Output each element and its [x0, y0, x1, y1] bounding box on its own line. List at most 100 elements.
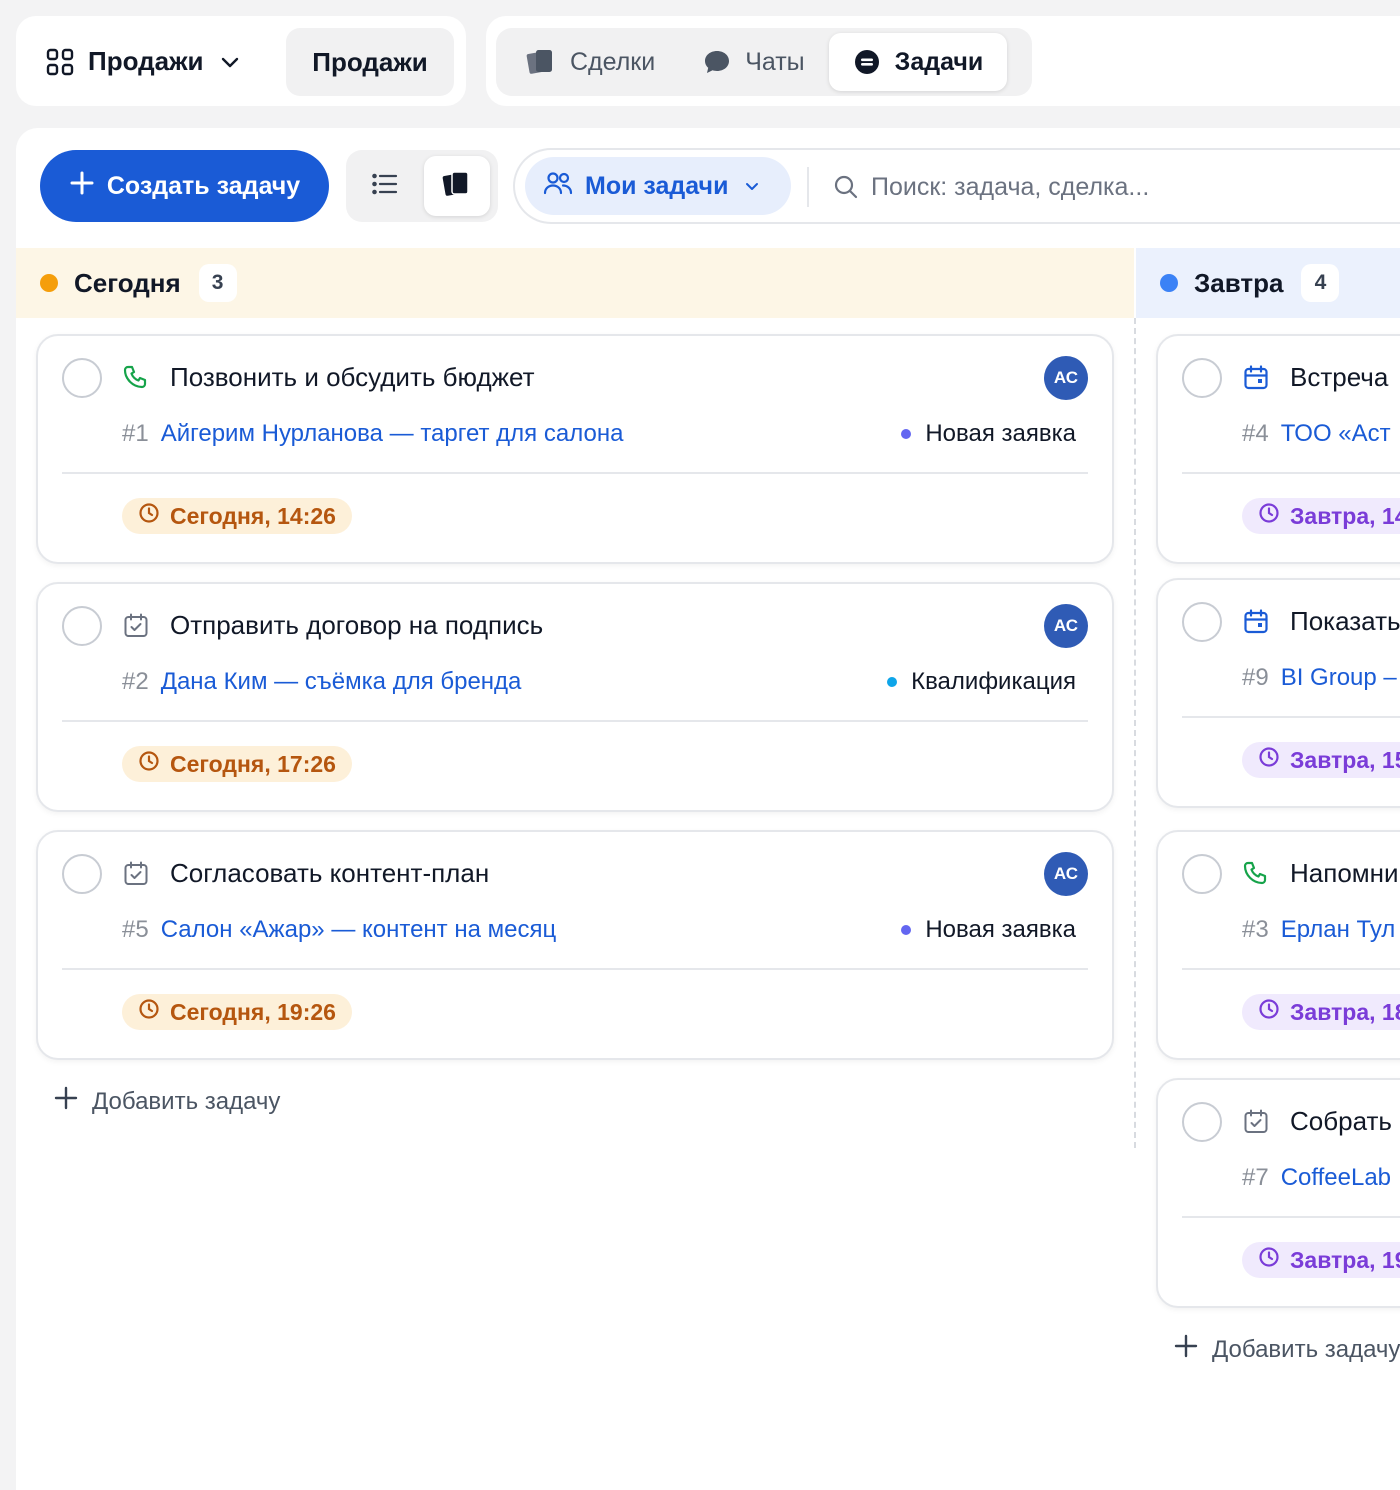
task-title: Позвонить и обсудить бюджет	[170, 362, 535, 392]
filter-bar: Мои задачи	[513, 148, 1400, 224]
plus-icon	[1174, 1334, 1198, 1365]
tab-deals-label: Сделки	[570, 47, 656, 76]
card-divider	[1182, 968, 1400, 970]
clock-icon	[138, 750, 160, 778]
chevron-down-icon	[744, 172, 760, 201]
column-count-badge: 4	[1301, 264, 1340, 302]
add-task-button[interactable]: Добавить задачу	[1174, 1334, 1400, 1365]
tasks-icon	[853, 48, 881, 76]
task-card[interactable]: Показать #9 BI Group – Завтра, 15	[1156, 578, 1400, 808]
deal-link[interactable]: Дана Ким — съёмка для бренда	[161, 668, 522, 696]
column-divider	[1134, 318, 1136, 1148]
task-number: #4	[1242, 420, 1269, 447]
view-toggle	[346, 150, 498, 222]
search-icon	[833, 174, 859, 205]
clock-icon	[1258, 1246, 1280, 1274]
deal-stage: Квалификация	[887, 668, 1076, 696]
tab-tasks[interactable]: Задачи	[828, 33, 1008, 91]
task-complete-checkbox[interactable]	[62, 606, 102, 646]
task-complete-checkbox[interactable]	[1182, 854, 1222, 894]
task-title: Отправить договор на подпись	[170, 610, 544, 640]
tab-deals[interactable]: Сделки	[502, 33, 679, 91]
task-title: Согласовать контент-план	[170, 858, 490, 888]
phone-icon	[122, 364, 150, 392]
clock-icon	[138, 502, 160, 530]
workspace-panel: Продажи Продажи	[16, 16, 466, 106]
due-label: Завтра, 15	[1290, 746, 1400, 773]
deal-link[interactable]: Ерлан Тул	[1281, 916, 1396, 944]
calendar-icon	[1242, 364, 1270, 392]
due-badge: Завтра, 15	[1242, 742, 1400, 778]
chevron-down-icon	[218, 50, 242, 74]
avatar[interactable]: АС	[1044, 356, 1088, 400]
task-complete-checkbox[interactable]	[1182, 1102, 1222, 1142]
calendar-icon	[1242, 608, 1270, 636]
workspace-chip[interactable]: Продажи	[286, 28, 454, 96]
task-complete-checkbox[interactable]	[1182, 358, 1222, 398]
board-view-button[interactable]	[424, 156, 490, 216]
card-divider	[1182, 716, 1400, 718]
task-card[interactable]: Собрать #7 CoffeeLab Завтра, 19	[1156, 1078, 1400, 1308]
due-badge: Завтра, 18	[1242, 994, 1400, 1030]
card-divider	[62, 968, 1088, 970]
task-card[interactable]: Встреча #4 ТОО «Аст Завтра, 14	[1156, 334, 1400, 564]
nav-tabs: Сделки Чаты Задачи	[496, 28, 1032, 96]
deal-link[interactable]: Салон «Ажар» — контент на месяц	[161, 916, 557, 944]
clock-icon	[138, 998, 160, 1026]
my-tasks-filter[interactable]: Мои задачи	[525, 157, 791, 215]
due-badge: Сегодня, 19:26	[122, 994, 352, 1030]
nav-panel: Сделки Чаты Задачи	[486, 16, 1400, 106]
avatar[interactable]: АС	[1044, 604, 1088, 648]
deal-link[interactable]: BI Group –	[1281, 664, 1397, 692]
column-title: Завтра	[1194, 267, 1284, 298]
tab-chats[interactable]: Чаты	[679, 33, 828, 91]
create-task-button[interactable]: Создать задачу	[40, 150, 329, 222]
deal-stage-label: Квалификация	[911, 668, 1076, 695]
clock-icon	[1258, 998, 1280, 1026]
deal-link[interactable]: ТОО «Аст	[1281, 420, 1391, 448]
task-complete-checkbox[interactable]	[62, 358, 102, 398]
deal-link[interactable]: CoffeeLab	[1281, 1164, 1391, 1192]
add-task-label: Добавить задачу	[1212, 1335, 1400, 1363]
stage-dot	[887, 677, 898, 687]
status-dot	[40, 274, 58, 292]
task-complete-checkbox[interactable]	[1182, 602, 1222, 642]
workspace-selector[interactable]: Продажи	[46, 46, 242, 77]
task-number: #9	[1242, 664, 1269, 691]
task-card[interactable]: Напомни #3 Ерлан Тул Завтра, 18	[1156, 830, 1400, 1060]
task-number: #7	[1242, 1164, 1269, 1191]
due-label: Сегодня, 19:26	[170, 998, 336, 1025]
list-view-button[interactable]	[352, 156, 418, 216]
phone-icon	[1242, 860, 1270, 888]
clock-icon	[1258, 502, 1280, 530]
due-badge: Завтра, 14	[1242, 498, 1400, 534]
task-number: #5	[122, 916, 149, 943]
task-card[interactable]: Отправить договор на подпись АС #2 Дана …	[36, 582, 1114, 812]
task-card[interactable]: Согласовать контент-план АС #5 Салон «Аж…	[36, 830, 1114, 1060]
users-icon	[543, 171, 573, 202]
filter-divider	[807, 167, 809, 207]
plus-icon	[69, 170, 95, 203]
tab-chats-label: Чаты	[745, 47, 805, 76]
avatar[interactable]: АС	[1044, 852, 1088, 896]
add-task-button[interactable]: Добавить задачу	[54, 1086, 280, 1117]
task-card[interactable]: Позвонить и обсудить бюджет АС #1 Айгери…	[36, 334, 1114, 564]
due-label: Завтра, 18	[1290, 998, 1400, 1025]
tab-tasks-label: Задачи	[894, 47, 984, 76]
task-number: #1	[122, 420, 149, 447]
deal-stage: Новая заявка	[901, 420, 1076, 448]
column-header-tomorrow: Завтра 4	[1136, 248, 1400, 318]
task-complete-checkbox[interactable]	[62, 854, 102, 894]
chat-bubble-icon	[703, 49, 731, 75]
due-badge: Сегодня, 17:26	[122, 746, 352, 782]
card-divider	[1182, 472, 1400, 474]
due-label: Завтра, 19	[1290, 1246, 1400, 1273]
calendar-check-icon	[1242, 1108, 1270, 1136]
card-divider	[62, 720, 1088, 722]
deal-stage: Новая заявка	[901, 916, 1076, 944]
column-title: Сегодня	[74, 267, 181, 298]
deal-link[interactable]: Айгерим Нурланова — таргет для салона	[161, 420, 624, 448]
search-input[interactable]	[871, 164, 1391, 210]
task-title: Напомни	[1290, 858, 1399, 888]
column-header-today: Сегодня 3	[16, 248, 1134, 318]
